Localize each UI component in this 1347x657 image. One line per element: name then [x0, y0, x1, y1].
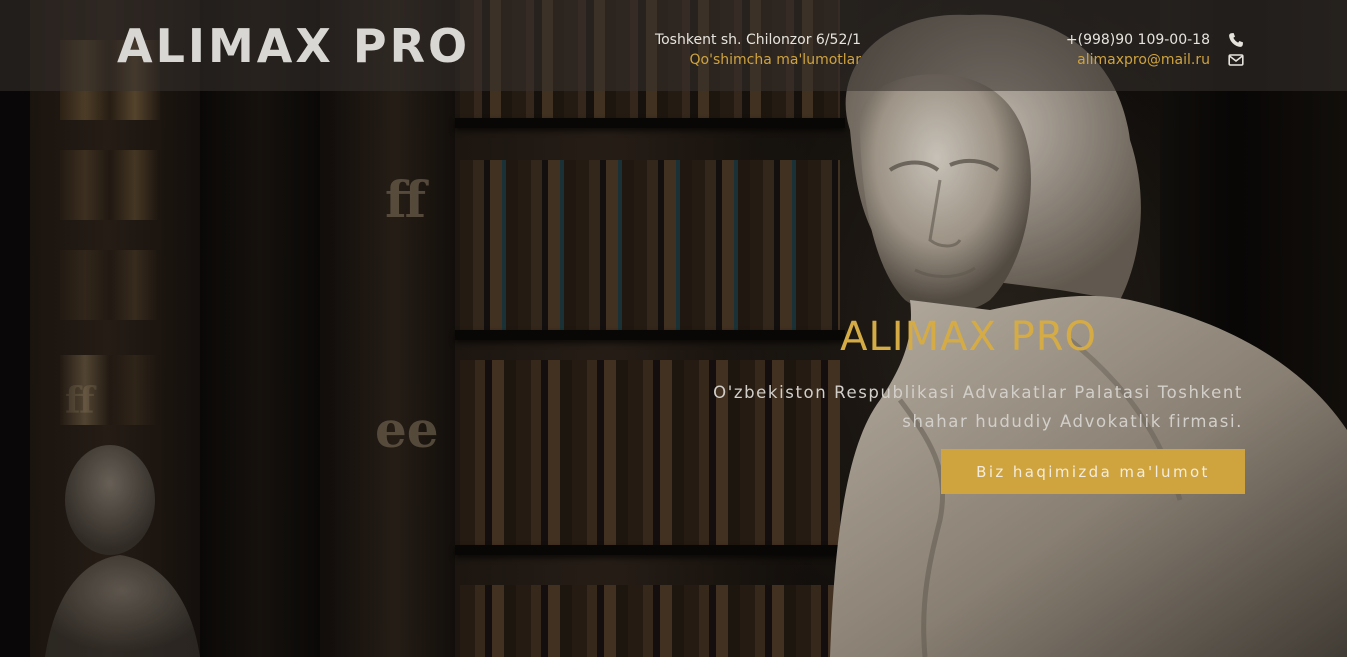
more-info-link[interactable]: Qo'shimcha ma'lumotlar	[655, 50, 861, 70]
address-text: Toshkent sh. Chilonzor 6/52/1	[654, 32, 861, 48]
hero-title: ALIMAX PRO	[840, 314, 1097, 360]
bg-dim-overlay	[0, 0, 1347, 657]
site-logo[interactable]: ALIMAX PRO	[117, 18, 470, 74]
phone-row[interactable]: +(998)90 109-00-18	[1066, 30, 1244, 50]
email-address[interactable]: alimaxpro@mail.ru	[1077, 50, 1210, 70]
phone-number[interactable]: +(998)90 109-00-18	[1066, 30, 1210, 50]
envelope-icon	[1228, 52, 1244, 68]
phone-icon	[1228, 32, 1244, 48]
about-us-button[interactable]: Biz haqimizda ma'lumot	[941, 449, 1245, 494]
contact-block: +(998)90 109-00-18 alimaxpro@mail.ru	[1066, 30, 1244, 70]
email-row[interactable]: alimaxpro@mail.ru	[1066, 50, 1244, 70]
hero-background-image: ff ee ff	[0, 0, 1347, 657]
hero-subtitle: O'zbekiston Respublikasi Advakatlar Pala…	[713, 383, 1243, 431]
address-block: Toshkent sh. Chilonzor 6/52/1 Qo'shimcha…	[655, 30, 861, 70]
top-header: ALIMAX PRO Toshkent sh. Chilonzor 6/52/1…	[0, 0, 1347, 91]
